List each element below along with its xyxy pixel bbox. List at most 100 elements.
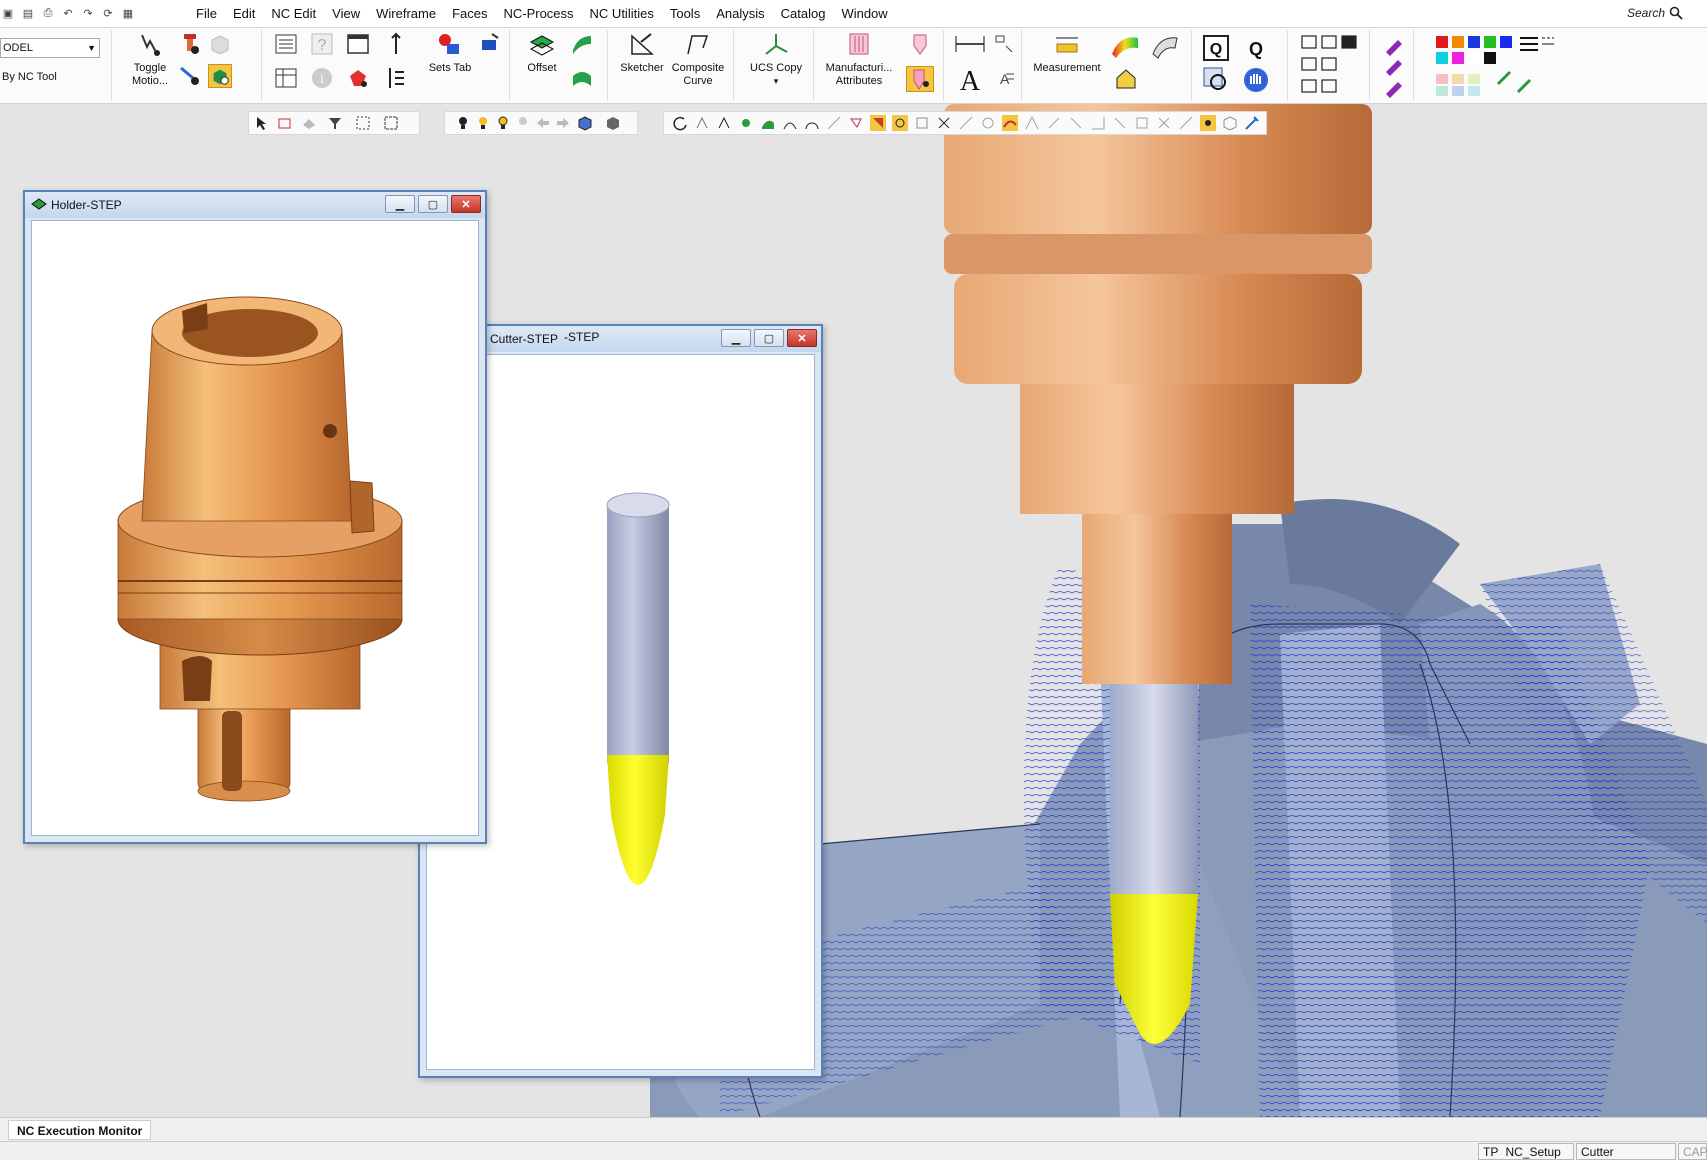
table-window-icon[interactable] [274, 66, 298, 90]
offset-button[interactable]: Offset [520, 32, 564, 75]
holder-minimize-button[interactable]: ▁ [385, 195, 415, 213]
arrow-right-icon[interactable] [555, 115, 571, 131]
color-palette-icon[interactable] [1432, 32, 1556, 98]
arrow-left-icon[interactable] [535, 115, 551, 131]
holder-close-button[interactable]: ✕ [451, 195, 481, 213]
snap-point-icon[interactable] [848, 115, 864, 131]
snap-intersect-icon[interactable] [936, 115, 952, 131]
snap-arc-icon[interactable] [804, 115, 820, 131]
toggle-motion-button[interactable]: Toggle Motio... [128, 32, 172, 88]
holder-preview[interactable] [31, 220, 479, 836]
snap-angle-icon[interactable] [1090, 115, 1106, 131]
model-select[interactable]: ODEL ▼ [0, 38, 100, 58]
bulb-off-icon[interactable] [455, 115, 471, 131]
regenerate-icon[interactable]: ⟳ [100, 5, 116, 21]
search-icon[interactable] [1669, 6, 1683, 20]
annotation-icon[interactable]: A [992, 66, 1016, 90]
snap-cube-icon[interactable] [1222, 115, 1238, 131]
snap-box-icon[interactable] [1134, 115, 1150, 131]
select-box-icon[interactable] [277, 115, 293, 131]
redo-icon[interactable]: ↷ [80, 5, 96, 21]
graphics-viewport[interactable]: Cutter-STEP -STEP ▁ ▢ ✕ Holder-STEP ▁ ▢ … [0, 104, 1707, 1117]
menu-file[interactable]: File [188, 6, 225, 21]
zoom-icon[interactable]: Q [1242, 34, 1270, 62]
bulb-toggle-icon[interactable] [495, 115, 511, 131]
bulb-on-icon[interactable] [475, 115, 491, 131]
text-icon[interactable]: A [954, 64, 986, 94]
snap-tool-icon[interactable] [1244, 115, 1260, 131]
table-icon[interactable]: ▦ [120, 5, 136, 21]
sets-tab-button[interactable]: Sets Tab [426, 32, 474, 75]
paint-bucket-icon[interactable] [346, 66, 370, 90]
surface-icon[interactable] [570, 32, 594, 56]
snap-line-icon[interactable] [958, 115, 974, 131]
brush-3-icon[interactable] [1382, 76, 1406, 100]
menu-nc-utilities[interactable]: NC Utilities [582, 6, 662, 21]
snap-edge-icon[interactable] [1024, 115, 1040, 131]
select-faces-icon[interactable] [301, 115, 317, 131]
print-icon[interactable]: ⎙ [40, 5, 56, 21]
menu-view[interactable]: View [324, 6, 368, 21]
cutter-close-button[interactable]: ✕ [787, 329, 817, 347]
menu-nc-process[interactable]: NC-Process [495, 6, 581, 21]
snap-center-icon[interactable] [980, 115, 996, 131]
snap-active-2-icon[interactable] [892, 115, 908, 131]
menu-faces[interactable]: Faces [444, 6, 495, 21]
nc-execution-monitor-tab[interactable]: NC Execution Monitor [8, 1120, 152, 1140]
help-icon[interactable]: ? [310, 32, 334, 56]
sort-list-icon[interactable] [384, 66, 408, 90]
manufacturing-attributes-button[interactable]: Manufacturi... Attributes [820, 32, 898, 88]
cutter-maximize-button[interactable]: ▢ [754, 329, 784, 347]
show-tool-icon[interactable] [208, 64, 232, 88]
select-arrow-icon[interactable] [255, 115, 271, 131]
dimension-2-icon[interactable] [992, 32, 1016, 56]
snap-end-icon[interactable] [716, 115, 732, 131]
window-icon[interactable] [346, 32, 370, 56]
search-box[interactable]: Search [1627, 2, 1707, 24]
menu-catalog[interactable]: Catalog [773, 6, 834, 21]
list-window-icon[interactable] [274, 32, 298, 56]
snap-mid-icon[interactable] [738, 115, 754, 131]
snap-x-icon[interactable] [1156, 115, 1172, 131]
snap-quad-icon[interactable] [1068, 115, 1084, 131]
snap-vertex-icon[interactable] [694, 115, 710, 131]
shaded-box-icon[interactable] [208, 32, 232, 56]
cube-icon[interactable] [577, 115, 593, 131]
snap-tangent-icon[interactable] [826, 115, 842, 131]
house-icon[interactable] [1114, 66, 1138, 90]
undo-icon[interactable]: ↶ [60, 5, 76, 21]
surface-2-icon[interactable] [570, 66, 594, 90]
bulb-dim-icon[interactable] [515, 115, 531, 131]
brush-2-icon[interactable] [1382, 54, 1406, 78]
chevron-down-icon[interactable]: ▼ [87, 43, 96, 53]
snap-curve-icon[interactable] [782, 115, 798, 131]
brush-icon[interactable] [1382, 32, 1406, 56]
menu-nc-edit[interactable]: NC Edit [263, 6, 324, 21]
ucs-dropdown-icon[interactable]: ▾ [746, 75, 806, 88]
snap-face-icon[interactable] [760, 115, 776, 131]
color-surface-icon[interactable] [1110, 32, 1140, 60]
menu-wireframe[interactable]: Wireframe [368, 6, 444, 21]
surface-gray-icon[interactable] [1150, 32, 1180, 60]
vertical-arrows-icon[interactable] [384, 32, 408, 56]
holder-window-titlebar[interactable]: Holder-STEP ▁ ▢ ✕ [25, 192, 485, 218]
open-icon[interactable]: ▣ [0, 5, 16, 21]
save-icon[interactable]: ▤ [20, 5, 36, 21]
snap-diag-icon[interactable] [1178, 115, 1194, 131]
menu-tools[interactable]: Tools [662, 6, 708, 21]
filter-icon[interactable] [327, 115, 343, 131]
composite-curve-button[interactable]: Composite Curve [668, 32, 728, 88]
snap-perp-icon[interactable] [1046, 115, 1062, 131]
holder-step-window[interactable]: Holder-STEP ▁ ▢ ✕ [23, 190, 487, 844]
snap-arrow-icon[interactable] [1112, 115, 1128, 131]
render-mode-icon[interactable] [605, 115, 621, 131]
rotate-icon[interactable] [672, 115, 688, 131]
zoom-window-icon[interactable]: Q [1202, 34, 1230, 62]
holder-maximize-button[interactable]: ▢ [418, 195, 448, 213]
snap-active-3-icon[interactable] [1002, 115, 1018, 131]
cutter-tool-icon[interactable] [178, 64, 202, 88]
tool-attribute-icon[interactable] [908, 32, 932, 56]
menu-analysis[interactable]: Analysis [708, 6, 772, 21]
dimension-icon[interactable] [954, 32, 986, 56]
ucs-copy-button[interactable]: UCS Copy ▾ [746, 32, 806, 88]
